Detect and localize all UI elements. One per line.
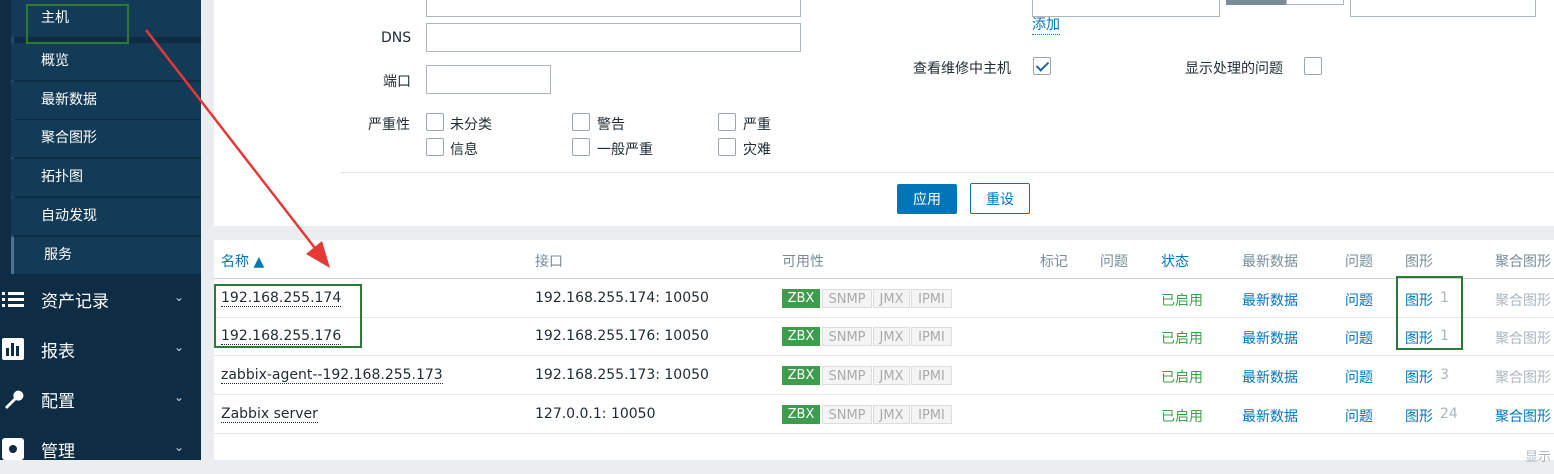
annotation-arrow [145,29,330,268]
